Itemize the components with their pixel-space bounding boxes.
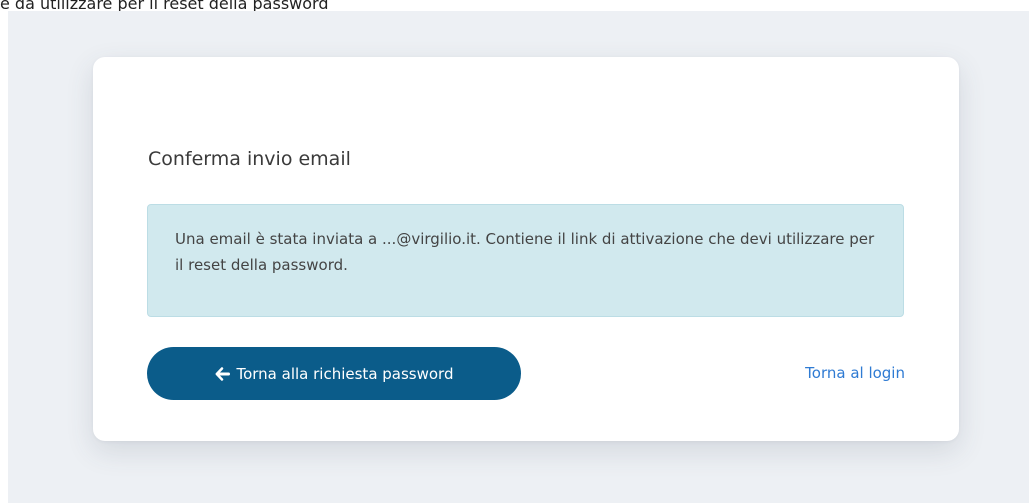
- confirmation-card: Conferma invio email Una email è stata i…: [93, 57, 959, 441]
- arrow-left-icon: [214, 366, 230, 382]
- info-alert: Una email è stata inviata a ...@virgilio…: [147, 204, 904, 317]
- back-to-password-request-button[interactable]: Torna alla richiesta password: [147, 347, 521, 400]
- alert-message: Una email è stata inviata a ...@virgilio…: [175, 230, 875, 274]
- back-to-login-link[interactable]: Torna al login: [805, 363, 905, 383]
- page-title: Conferma invio email: [148, 148, 351, 170]
- back-button-label: Torna alla richiesta password: [236, 364, 454, 383]
